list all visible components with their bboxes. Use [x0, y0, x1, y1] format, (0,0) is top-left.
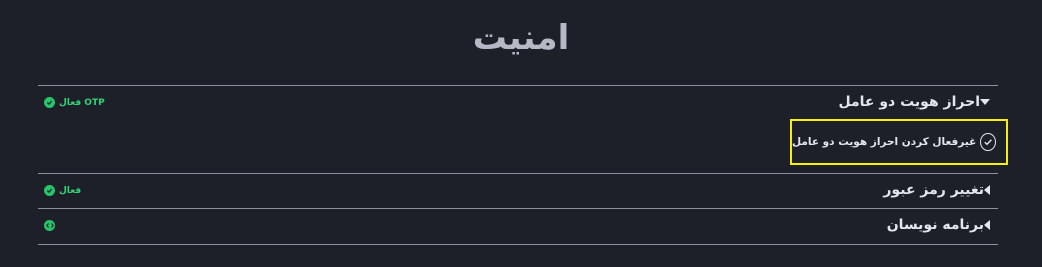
two-factor-label: احراز هویت دو عامل — [838, 94, 980, 110]
two-factor-header[interactable]: احراز هویت دو عامل — [838, 94, 998, 110]
change-password-header[interactable]: تغییر رمز عبور — [883, 182, 998, 198]
developers-header[interactable]: برنامه نویسان — [887, 217, 998, 233]
change-password-status-text: فعال — [59, 185, 82, 196]
section-change-password: تغییر رمز عبور فعال — [38, 173, 998, 209]
section-developers: برنامه نویسان — [38, 208, 998, 245]
code-icon — [44, 220, 55, 231]
section-two-factor: احراز هویت دو عامل OTP فعال غیرفعال کردن… — [38, 85, 1008, 174]
disable-two-factor-option[interactable]: غیرفعال کردن احراز هویت دو عامل — [790, 119, 1008, 165]
chevron-left-icon — [984, 185, 990, 195]
developers-label: برنامه نویسان — [886, 217, 984, 233]
two-factor-status-badge: OTP فعال — [44, 97, 105, 108]
developers-status-badge — [44, 220, 55, 231]
two-factor-status-text: OTP فعال — [59, 97, 105, 108]
check-circle-icon — [980, 133, 996, 151]
page-title: امنیت — [472, 18, 570, 58]
change-password-label: تغییر رمز عبور — [883, 182, 984, 198]
disable-two-factor-label: غیرفعال کردن احراز هویت دو عامل — [792, 136, 977, 148]
chevron-left-icon — [984, 220, 990, 230]
status-check-icon — [44, 97, 55, 108]
status-check-icon — [44, 185, 55, 196]
change-password-status-badge: فعال — [44, 185, 81, 196]
chevron-down-icon — [980, 99, 990, 105]
